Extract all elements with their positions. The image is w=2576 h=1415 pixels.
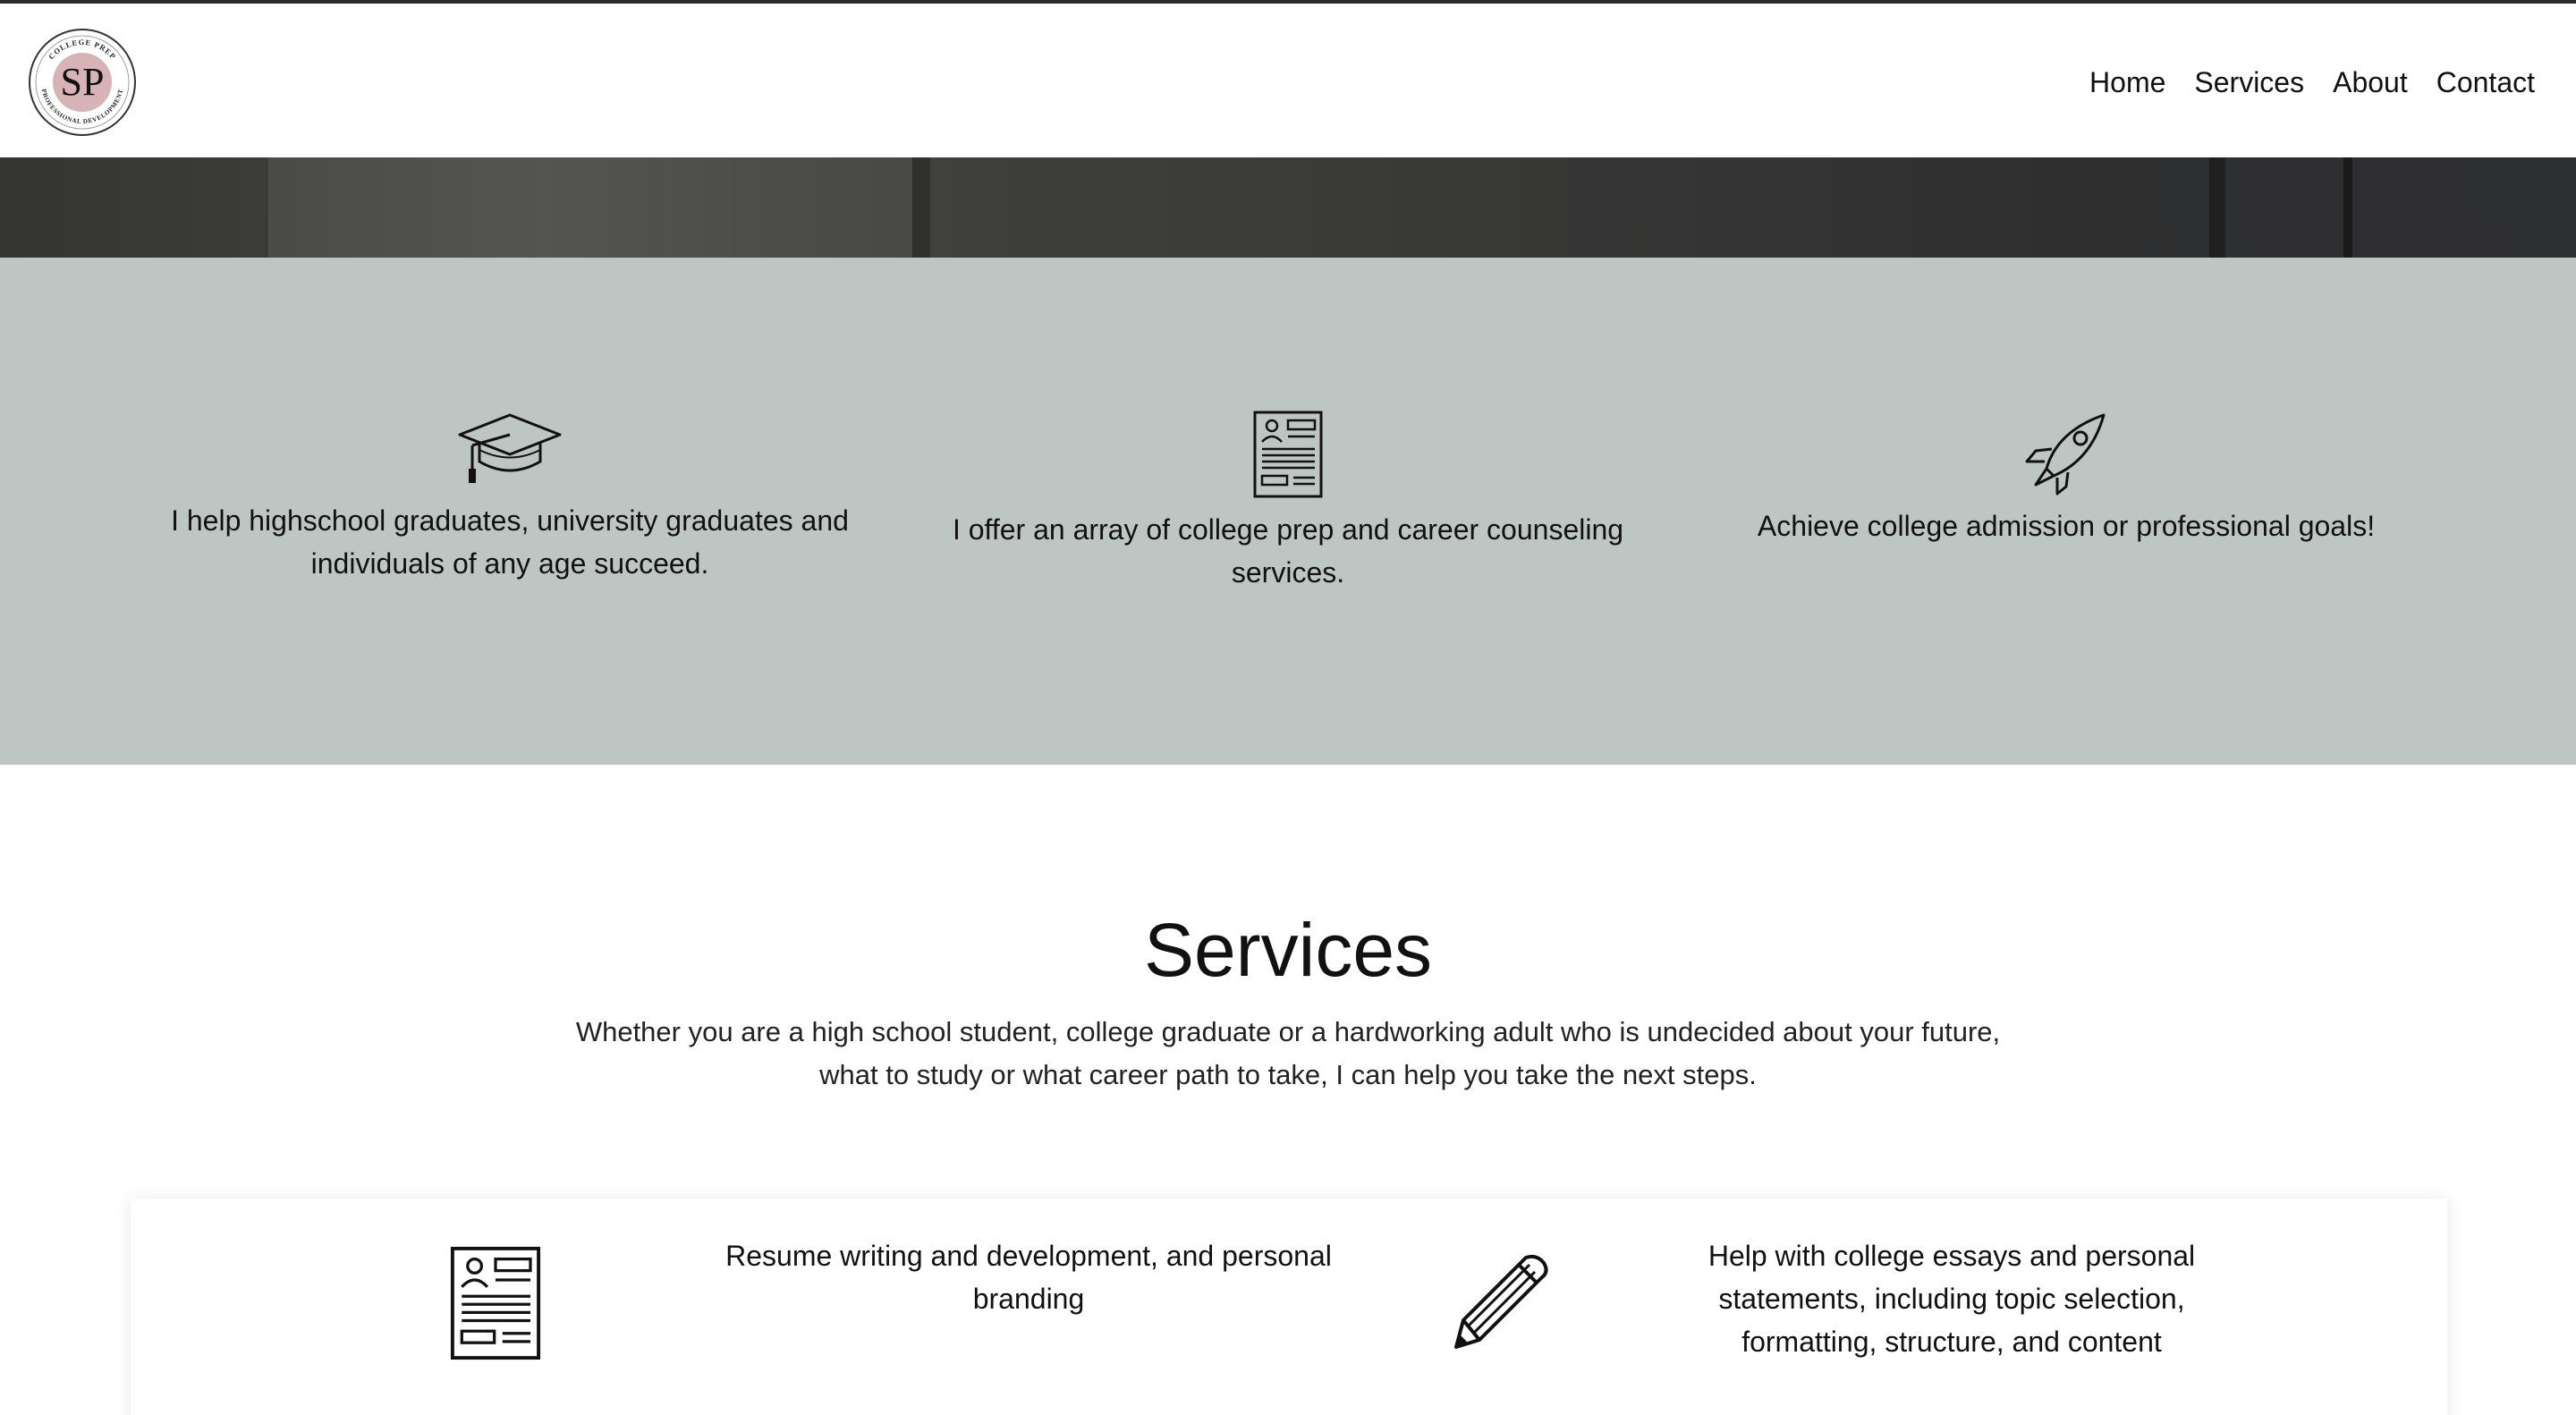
service-description: Resume writing and development, and pers… <box>725 1240 1332 1315</box>
feature-text: I help highschool graduates, university … <box>171 504 849 580</box>
services-intro-text: Whether you are a high school student, c… <box>575 1016 2001 1090</box>
nav-contact-link[interactable]: Contact <box>2436 63 2535 102</box>
feature-text: Achieve college admission or professiona… <box>1757 510 2376 542</box>
feature-item: I offer an array of college prep and car… <box>930 410 1646 594</box>
service-description: Help with college essays and personal sta… <box>1707 1240 2196 1358</box>
resume-document-icon <box>1253 411 1323 498</box>
nav-home-link[interactable]: Home <box>2089 63 2165 102</box>
site-header: COLLEGE PREP PROFESSIONAL DEVELOPMENT SP… <box>0 0 2576 157</box>
services-card: Resume writing and development, and pers… <box>131 1199 2447 1415</box>
nav-services-link[interactable]: Services <box>2194 63 2304 102</box>
logo-initials: SP <box>61 60 105 104</box>
nav-about-link[interactable]: About <box>2333 63 2408 102</box>
pencil-icon <box>1454 1254 1548 1349</box>
main-nav: Home Services About Contact <box>2089 63 2535 102</box>
graduation-cap-icon <box>458 413 562 483</box>
logo[interactable]: COLLEGE PREP PROFESSIONAL DEVELOPMENT SP <box>27 27 138 138</box>
feature-item: Achieve college admission or professiona… <box>1708 410 2424 547</box>
page: COLLEGE PREP PROFESSIONAL DEVELOPMENT SP… <box>0 0 2576 1415</box>
resume-document-icon <box>450 1246 541 1360</box>
services-heading: Services <box>1143 908 1433 992</box>
rocket-icon <box>2025 413 2106 496</box>
feature-text: I offer an array of college prep and car… <box>952 513 1624 589</box>
features-band: I help highschool graduates, university … <box>0 258 2576 765</box>
hero-image <box>0 157 2576 258</box>
feature-item: I help highschool graduates, university … <box>152 410 868 585</box>
